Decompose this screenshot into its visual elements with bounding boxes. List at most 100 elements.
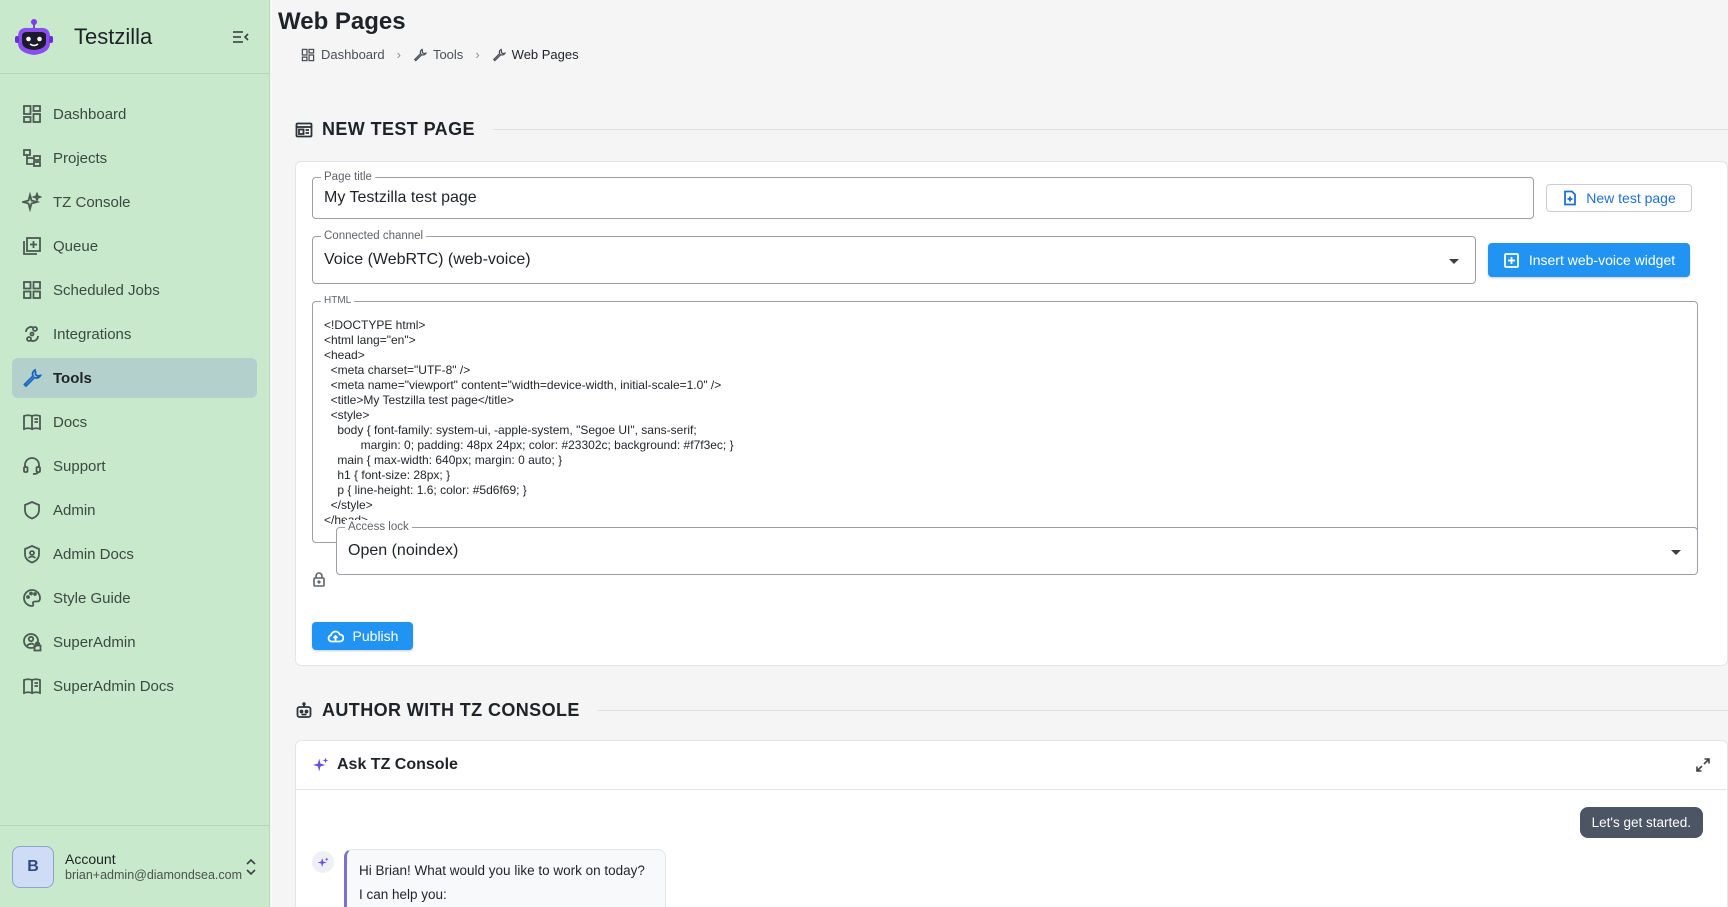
sidebar-item-label: Docs <box>53 413 88 431</box>
main-content: Web Pages Dashboard › Tools › Web Pages … <box>271 0 1728 907</box>
sidebar-item-label: Integrations <box>53 325 132 343</box>
console-title: Ask TZ Console <box>337 756 458 773</box>
section-divider <box>492 129 1728 130</box>
cloud-upload-icon <box>327 630 344 642</box>
section-divider <box>597 710 1728 711</box>
author-console-heading: AUTHOR WITH TZ CONSOLE <box>295 700 1728 721</box>
breadcrumb-label: Tools <box>432 47 464 62</box>
page-title-value: My Testzilla test page <box>324 189 477 206</box>
tz-console-card: Ask TZ Console Let's get started. Hi Bri… <box>295 740 1728 907</box>
sparkle-icon <box>317 856 329 867</box>
sidebar-item-queue[interactable]: Queue <box>12 226 257 266</box>
sidebar-item-label: Dashboard <box>53 105 127 123</box>
breadcrumb-tools[interactable]: Tools <box>413 47 463 62</box>
insert-widget-label: Insert web-voice widget <box>1528 252 1676 268</box>
wrench-icon <box>23 368 42 388</box>
account-label: Account <box>65 851 116 867</box>
robot-icon <box>296 701 312 718</box>
sparkle-icon <box>312 757 329 772</box>
sidebar-item-label: TZ Console <box>53 193 131 211</box>
sidebar-item-label: Projects <box>53 149 108 167</box>
sidebar-nav: Dashboard Projects TZ Console Queue Sche… <box>0 74 269 706</box>
breadcrumb-separator: › <box>396 47 401 62</box>
assistant-message: Hi Brian! What would you like to work on… <box>344 849 666 907</box>
sidebar-item-scheduled-jobs[interactable]: Scheduled Jobs <box>12 270 257 310</box>
sidebar-item-label: SuperAdmin <box>53 633 136 651</box>
breadcrumb: Dashboard › Tools › Web Pages <box>301 47 579 62</box>
html-code: <!DOCTYPE html> <html lang="en"> <head> … <box>324 318 734 527</box>
sidebar-item-dashboard[interactable]: Dashboard <box>12 94 257 134</box>
publish-button[interactable]: Publish <box>312 622 413 650</box>
support-icon <box>23 457 41 475</box>
dropdown-arrow-icon <box>1671 550 1681 555</box>
new-test-page-button[interactable]: New test page <box>1546 184 1692 212</box>
user-message: Let's get started. <box>1579 807 1703 838</box>
shield-check-icon <box>24 545 40 564</box>
app-name: Testzilla <box>74 23 153 49</box>
brand: Testzilla <box>0 0 269 74</box>
sidebar-item-tools[interactable]: Tools <box>12 358 257 398</box>
html-editor[interactable]: HTML <!DOCTYPE html> <html lang="en"> <h… <box>312 294 1698 543</box>
expand-icon[interactable] <box>1695 757 1711 773</box>
sidebar-item-label: Tools <box>53 369 92 387</box>
sidebar-item-integrations[interactable]: Integrations <box>12 314 257 354</box>
publish-label: Publish <box>352 628 399 644</box>
page-title-field[interactable]: Page title My Testzilla test page <box>312 170 1534 219</box>
dropdown-arrow-icon <box>1449 259 1459 264</box>
sidebar-item-superadmin-docs[interactable]: SuperAdmin Docs <box>12 666 257 706</box>
book-icon <box>23 414 41 431</box>
sidebar-item-superadmin[interactable]: SuperAdmin <box>12 622 257 662</box>
sidebar-item-admin[interactable]: Admin <box>12 490 257 530</box>
bot-avatar <box>312 851 334 873</box>
sidebar: Testzilla Dashboard Projects TZ Console … <box>0 0 270 907</box>
section-title: NEW TEST PAGE <box>322 119 475 139</box>
sidebar-item-label: Scheduled Jobs <box>53 281 160 299</box>
wrench-icon <box>492 47 506 61</box>
sidebar-item-label: Queue <box>53 237 99 255</box>
robot-logo-icon <box>15 18 53 55</box>
assistant-line: Hi Brian! What would you like to work on… <box>359 863 645 878</box>
sidebar-item-projects[interactable]: Projects <box>12 138 257 178</box>
account-email: brian+admin@diamondsea.com <box>65 868 243 882</box>
dashboard-icon <box>23 105 41 123</box>
lock-person-icon <box>23 633 42 652</box>
breadcrumb-dashboard[interactable]: Dashboard <box>301 47 385 62</box>
add-box-icon <box>1503 252 1519 268</box>
breadcrumb-web-pages: Web Pages <box>492 47 579 62</box>
collapse-sidebar-button[interactable] <box>227 23 255 51</box>
shield-icon <box>24 501 40 520</box>
connected-channel-label: Connected channel <box>321 229 427 243</box>
sidebar-item-docs[interactable]: Docs <box>12 402 257 442</box>
palette-icon <box>23 589 41 607</box>
page-title-label: Page title <box>321 170 375 184</box>
menu-collapse-icon <box>233 30 249 43</box>
sidebar-item-style-guide[interactable]: Style Guide <box>12 578 257 618</box>
new-test-page-label: New test page <box>1586 190 1676 206</box>
page-title: Web Pages <box>278 8 406 35</box>
unfold-icon <box>246 858 256 875</box>
sidebar-item-support[interactable]: Support <box>12 446 257 486</box>
insert-widget-button[interactable]: Insert web-voice widget <box>1488 243 1690 277</box>
console-header: Ask TZ Console <box>296 741 1727 790</box>
account-info: Account brian+admin@diamondsea.com <box>65 851 242 882</box>
grid-icon <box>23 281 41 299</box>
wrench-icon <box>413 47 427 61</box>
account-menu[interactable]: B Account brian+admin@diamondsea.com <box>0 825 270 907</box>
projects-icon <box>23 149 41 167</box>
sidebar-item-label: SuperAdmin Docs <box>53 677 174 695</box>
lock-icon <box>313 572 325 587</box>
sidebar-item-label: Support <box>53 457 106 475</box>
assistant-line: I can help you: <box>359 887 447 902</box>
dashboard-icon <box>301 48 315 61</box>
connected-channel-select[interactable]: Connected channel Voice (WebRTC) (web-vo… <box>312 229 1476 284</box>
access-lock-select[interactable]: Access lock Open (noindex) <box>336 520 1698 575</box>
book-icon <box>23 678 41 695</box>
sparkle-icon <box>22 192 42 212</box>
integrations-icon <box>25 326 39 342</box>
sidebar-item-tz-console[interactable]: TZ Console <box>12 182 257 222</box>
sidebar-item-admin-docs[interactable]: Admin Docs <box>12 534 257 574</box>
breadcrumb-label: Dashboard <box>321 47 385 62</box>
web-page-icon <box>295 122 313 137</box>
breadcrumb-label: Web Pages <box>511 47 579 62</box>
new-test-page-card: Page title My Testzilla test page New te… <box>295 161 1728 666</box>
